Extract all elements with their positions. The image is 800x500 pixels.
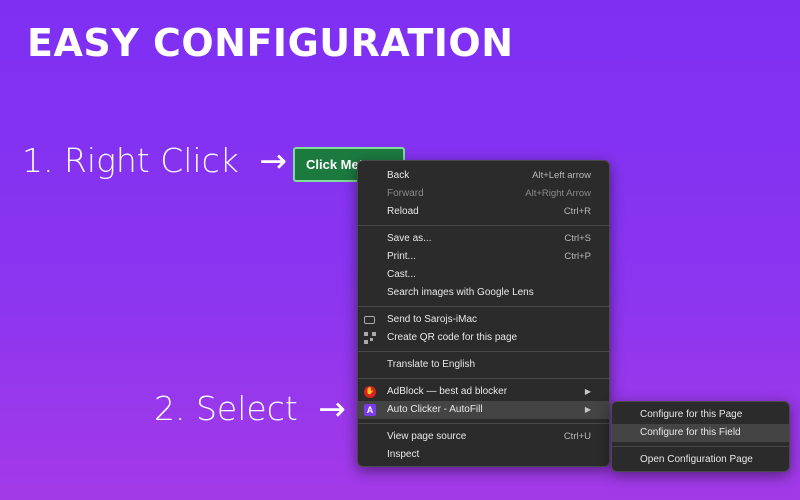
submenu-item-open-config[interactable]: Open Configuration Page <box>612 451 789 469</box>
auto-clicker-submenu: Configure for this Page (Record) Configu… <box>611 401 790 472</box>
menu-item-label: Reload <box>387 206 419 217</box>
menu-divider <box>612 446 789 447</box>
menu-item-label: Cast... <box>387 269 416 280</box>
menu-item-print[interactable]: Print... Ctrl+P <box>358 248 609 266</box>
menu-item-shortcut: Ctrl+S <box>564 233 591 244</box>
menu-item-label: Create QR code for this page <box>387 332 518 343</box>
context-menu: Back Alt+Left arrow Forward Alt+Right Ar… <box>357 160 610 467</box>
menu-item-back[interactable]: Back Alt+Left arrow <box>358 167 609 185</box>
submenu-item-configure-page[interactable]: Configure for this Page (Record) <box>612 406 789 438</box>
menu-divider <box>358 378 609 379</box>
menu-item-translate[interactable]: Translate to English <box>358 356 609 374</box>
menu-item-label: Send to Sarojs-iMac <box>387 314 478 325</box>
menu-item-label: Print... <box>387 251 416 262</box>
arrow-right-icon: → <box>259 141 288 180</box>
submenu-item-label: Configure for this Page (Record) <box>640 409 743 438</box>
menu-divider <box>358 423 609 424</box>
menu-divider <box>358 225 609 226</box>
qr-code-icon <box>364 332 376 344</box>
menu-item-create-qr[interactable]: Create QR code for this page <box>358 329 609 347</box>
menu-item-view-source[interactable]: View page source Ctrl+U <box>358 428 609 446</box>
devices-icon <box>364 316 375 324</box>
menu-item-reload[interactable]: Reload Ctrl+R <box>358 203 609 221</box>
arrow-right-icon: → <box>318 389 346 428</box>
adblock-icon: ✋ <box>364 386 376 398</box>
step-2-text: 2. Select <box>154 389 298 428</box>
submenu-item-label: Configure for this Field <box>640 427 741 438</box>
step-1-instruction: 1. Right Click → <box>22 141 287 181</box>
menu-item-cast[interactable]: Cast... <box>358 266 609 284</box>
menu-item-label: Translate to English <box>387 359 476 370</box>
menu-item-shortcut: Alt+Left arrow <box>532 170 591 181</box>
page-title: EASY CONFIGURATION <box>27 21 514 65</box>
chevron-right-icon: ▶ <box>584 387 591 396</box>
menu-item-search-images[interactable]: Search images with Google Lens <box>358 284 609 302</box>
menu-divider <box>358 351 609 352</box>
chevron-right-icon: ▶ <box>584 405 591 414</box>
menu-item-label: Inspect <box>387 449 420 460</box>
menu-item-label: Save as... <box>387 233 432 244</box>
menu-item-label: View page source <box>387 431 467 442</box>
step-1-text: 1. Right Click <box>22 141 239 180</box>
menu-item-inspect[interactable]: Inspect <box>358 446 609 464</box>
menu-item-label: Back <box>387 170 410 181</box>
submenu-item-label: Open Configuration Page <box>640 454 753 465</box>
menu-item-label: AdBlock — best ad blocker <box>387 386 508 397</box>
menu-item-auto-clicker[interactable]: A Auto Clicker - AutoFill ▶ <box>358 401 609 419</box>
step-2-instruction: 2. Select → <box>154 389 346 429</box>
auto-clicker-icon: A <box>364 404 376 416</box>
menu-item-forward[interactable]: Forward Alt+Right Arrow <box>358 185 609 203</box>
menu-item-label: Auto Clicker - AutoFill <box>387 404 483 415</box>
menu-item-adblock[interactable]: ✋ AdBlock — best ad blocker ▶ <box>358 383 609 401</box>
submenu-item-configure-field[interactable]: Configure for this Field <box>612 424 789 442</box>
menu-item-shortcut: Ctrl+U <box>563 431 591 442</box>
menu-divider <box>358 306 609 307</box>
menu-item-shortcut: Ctrl+P <box>564 251 591 262</box>
menu-item-label: Forward <box>387 188 424 199</box>
menu-item-shortcut: Ctrl+R <box>563 206 591 217</box>
menu-item-send-to-device[interactable]: Send to Sarojs-iMac <box>358 311 609 329</box>
menu-item-save-as[interactable]: Save as... Ctrl+S <box>358 230 609 248</box>
menu-item-shortcut: Alt+Right Arrow <box>525 188 591 199</box>
menu-item-label: Search images with Google Lens <box>387 287 534 298</box>
